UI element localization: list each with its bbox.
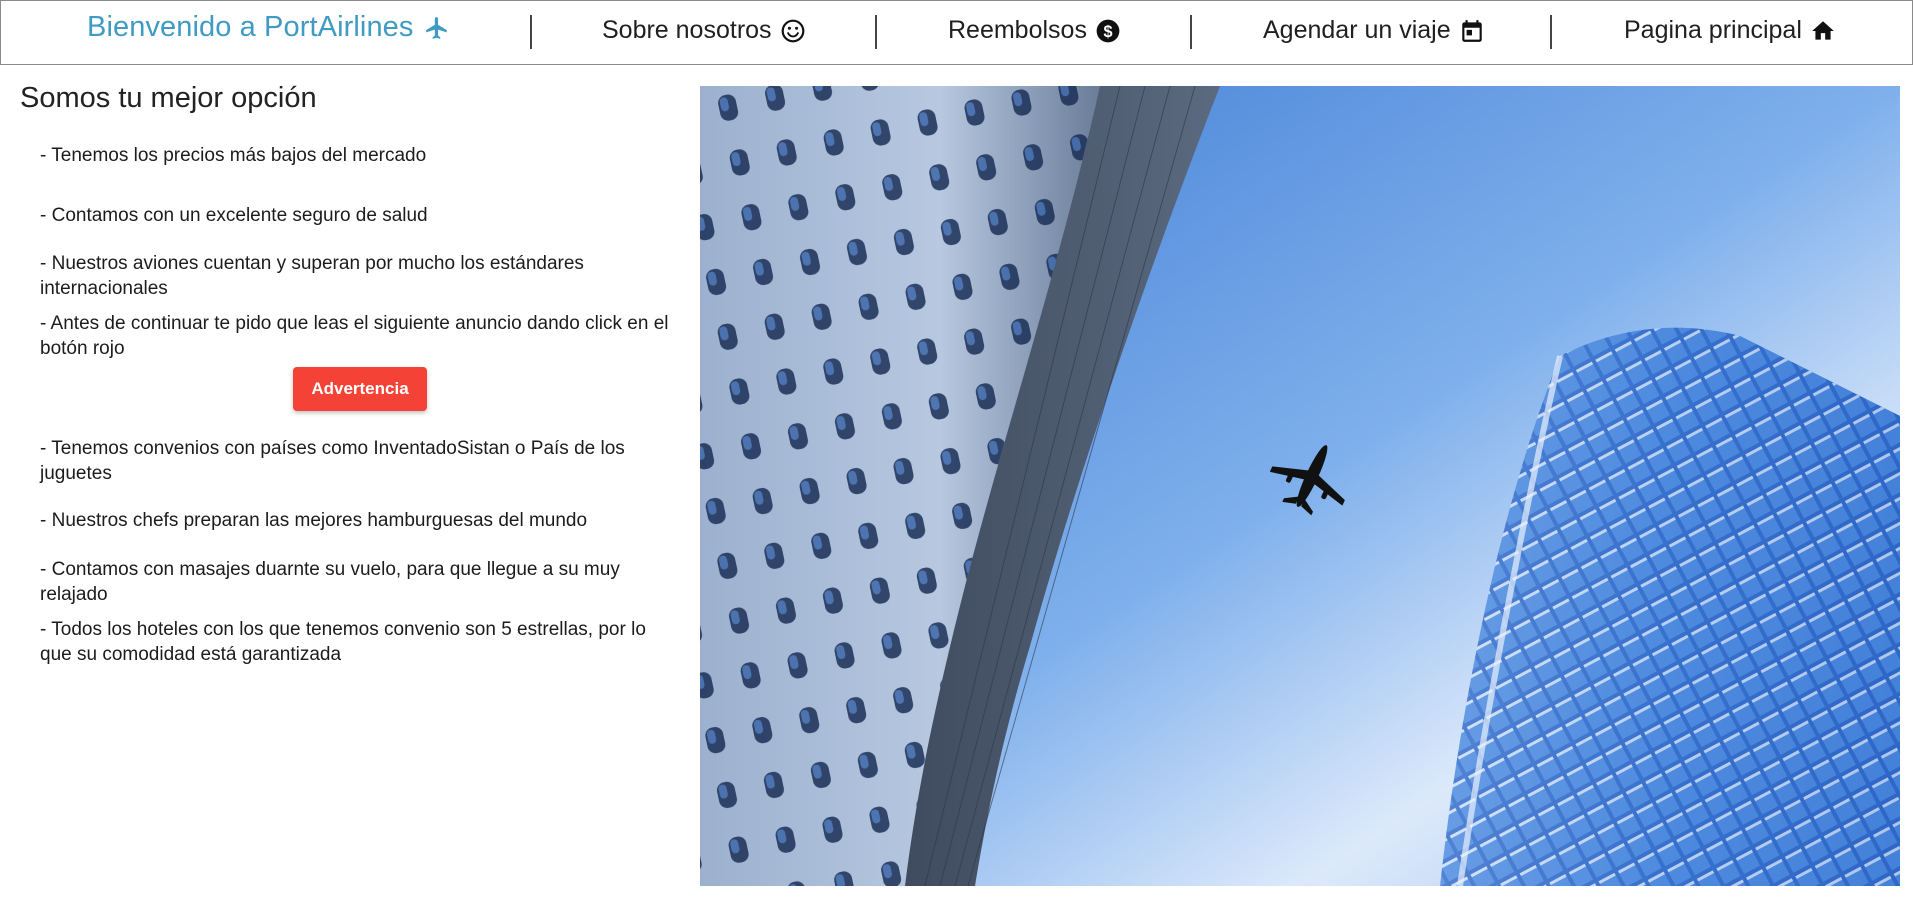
home-icon (1810, 18, 1836, 44)
top-navbar: Bienvenido a PortAirlines Sobre nosotros… (0, 0, 1913, 65)
nav-item-label: Agendar un viaje (1263, 16, 1451, 44)
list-item: - Tenemos convenios con países como Inve… (40, 438, 625, 484)
skyscrapers-photo (700, 86, 1900, 886)
nav-separator (875, 15, 877, 49)
page-title: Somos tu mejor opción (20, 82, 317, 114)
nav-item-agendar-viaje[interactable]: Agendar un viaje (1263, 16, 1485, 45)
nav-separator (1190, 15, 1192, 49)
list-item: - Contamos con un excelente seguro de sa… (40, 205, 428, 226)
nav-item-label: Reembolsos (948, 16, 1087, 44)
nav-item-pagina-principal[interactable]: Pagina principal (1624, 16, 1836, 45)
svg-text:$: $ (1103, 22, 1112, 40)
dollar-coin-icon: $ (1095, 18, 1121, 44)
hero-image (700, 86, 1900, 886)
list-item: - Contamos con masajes duarnte su vuelo,… (40, 559, 620, 605)
nav-item-label: Sobre nosotros (602, 16, 772, 44)
list-item: - Antes de continuar te pido que leas el… (40, 313, 669, 359)
nav-item-reembolsos[interactable]: Reembolsos $ (948, 16, 1121, 45)
nav-item-label: Pagina principal (1624, 16, 1802, 44)
list-item: - Tenemos los precios más bajos del merc… (40, 145, 427, 166)
calendar-icon (1459, 18, 1485, 44)
brand-link[interactable]: Bienvenido a PortAirlines (87, 11, 450, 44)
airplane-icon (424, 15, 450, 41)
smiley-icon (780, 18, 806, 44)
list-item: - Nuestros chefs preparan las mejores ha… (40, 510, 588, 531)
list-item: - Todos los hoteles con los que tenemos … (40, 619, 646, 665)
brand-label: Bienvenido a PortAirlines (87, 11, 414, 43)
nav-separator (530, 15, 532, 49)
warning-button[interactable]: Advertencia (293, 367, 427, 411)
nav-separator (1550, 15, 1552, 49)
list-item: - Nuestros aviones cuentan y superan por… (40, 253, 584, 299)
nav-item-sobre-nosotros[interactable]: Sobre nosotros (602, 16, 806, 45)
